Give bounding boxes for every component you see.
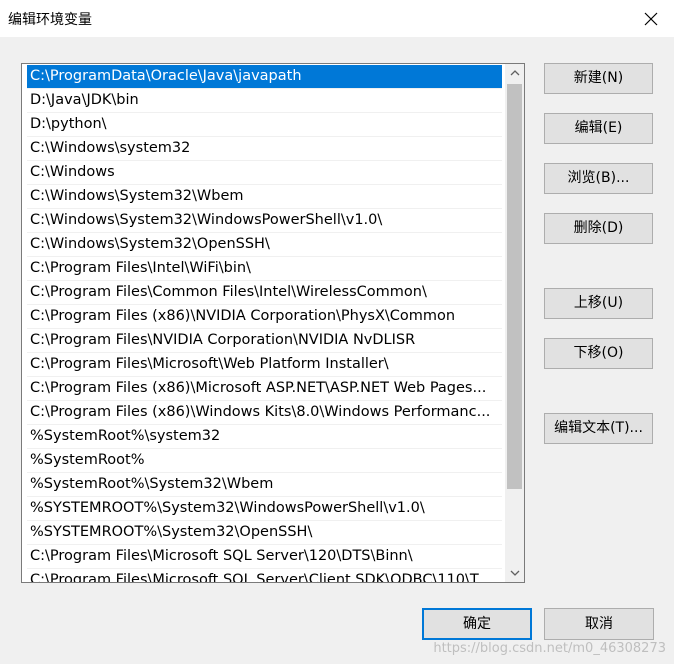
browse-button[interactable]: 浏览(B)... bbox=[544, 163, 653, 194]
path-list-item[interactable]: C:\Program Files\Intel\WiFi\bin\ bbox=[27, 257, 502, 281]
ok-button[interactable]: 确定 bbox=[422, 608, 532, 640]
path-list-item[interactable]: %SystemRoot%\System32\Wbem bbox=[27, 473, 502, 497]
path-list-item[interactable]: C:\Windows\System32\Wbem bbox=[27, 185, 502, 209]
path-rows: C:\ProgramData\Oracle\Java\javapath D:\Ja… bbox=[27, 65, 502, 582]
path-list-item[interactable]: C:\Program Files\Microsoft SQL Server\Cl… bbox=[27, 569, 502, 582]
vertical-scrollbar[interactable] bbox=[505, 64, 524, 582]
edit-text-button[interactable]: 编辑文本(T)... bbox=[544, 413, 653, 444]
path-list-item[interactable]: C:\Program Files\NVIDIA Corporation\NVID… bbox=[27, 329, 502, 353]
scroll-up-button[interactable] bbox=[505, 64, 524, 81]
dialog-content: C:\ProgramData\Oracle\Java\javapath D:\Ja… bbox=[0, 37, 674, 664]
path-list-item[interactable]: C:\ProgramData\Oracle\Java\javapath bbox=[27, 65, 502, 89]
chevron-up-icon bbox=[510, 70, 519, 76]
path-list-item[interactable]: %SYSTEMROOT%\System32\OpenSSH\ bbox=[27, 521, 502, 545]
close-icon bbox=[644, 12, 658, 25]
path-list-item[interactable]: C:\Program Files (x86)\Microsoft ASP.NET… bbox=[27, 377, 502, 401]
path-list-item[interactable]: %SystemRoot% bbox=[27, 449, 502, 473]
new-button[interactable]: 新建(N) bbox=[544, 63, 653, 94]
delete-button[interactable]: 删除(D) bbox=[544, 213, 653, 244]
path-list-item[interactable]: C:\Windows\system32 bbox=[27, 137, 502, 161]
path-list-item[interactable]: D:\python\ bbox=[27, 113, 502, 137]
edit-button[interactable]: 编辑(E) bbox=[544, 113, 653, 144]
title-bar: 编辑环境变量 bbox=[0, 0, 674, 37]
path-list-item[interactable]: D:\Java\JDK\bin bbox=[27, 89, 502, 113]
path-list[interactable]: C:\ProgramData\Oracle\Java\javapath D:\Ja… bbox=[21, 63, 525, 583]
close-button[interactable] bbox=[628, 0, 674, 37]
move-up-button[interactable]: 上移(U) bbox=[544, 288, 653, 319]
path-list-item[interactable]: C:\Program Files (x86)\Windows Kits\8.0\… bbox=[27, 401, 502, 425]
chevron-down-icon bbox=[510, 570, 519, 576]
path-list-item[interactable]: %SystemRoot%\system32 bbox=[27, 425, 502, 449]
path-list-item[interactable]: C:\Program Files (x86)\NVIDIA Corporatio… bbox=[27, 305, 502, 329]
path-list-item[interactable]: %SYSTEMROOT%\System32\WindowsPowerShell\… bbox=[27, 497, 502, 521]
window-title: 编辑环境变量 bbox=[8, 12, 92, 28]
move-down-button[interactable]: 下移(O) bbox=[544, 338, 653, 369]
path-list-item[interactable]: C:\Program Files\Common Files\Intel\Wire… bbox=[27, 281, 502, 305]
scrollbar-thumb[interactable] bbox=[507, 84, 522, 489]
path-list-item[interactable]: C:\Windows\System32\WindowsPowerShell\v1… bbox=[27, 209, 502, 233]
scroll-down-button[interactable] bbox=[505, 565, 524, 582]
watermark: https://blog.csdn.net/m0_46308273 bbox=[433, 641, 666, 656]
cancel-button[interactable]: 取消 bbox=[544, 608, 654, 640]
path-list-item[interactable]: C:\Program Files\Microsoft\Web Platform … bbox=[27, 353, 502, 377]
path-list-item[interactable]: C:\Windows bbox=[27, 161, 502, 185]
path-list-item[interactable]: C:\Program Files\Microsoft SQL Server\12… bbox=[27, 545, 502, 569]
path-list-item[interactable]: C:\Windows\System32\OpenSSH\ bbox=[27, 233, 502, 257]
